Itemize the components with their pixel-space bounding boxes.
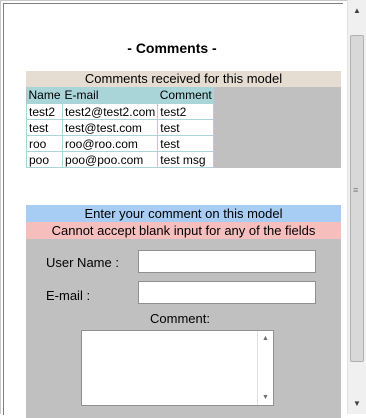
table-header-row: Name E-mail Comment (26, 87, 214, 104)
table-row: test2 test2@test2.com test2 (25, 103, 215, 120)
table-row: poo poo@poo.com test msg (25, 151, 215, 168)
down-arrow-icon[interactable]: ▼ (262, 394, 269, 401)
comments-section: Comments received for this model Name E-… (25, 71, 341, 168)
cell-name: test (25, 119, 64, 136)
cell-name: roo (25, 135, 64, 152)
scroll-grip-icon: ≡ (353, 185, 359, 195)
username-field[interactable] (138, 250, 316, 273)
username-label: User Name : (46, 255, 119, 270)
cell-email: roo@roo.com (62, 135, 159, 152)
cell-email: poo@poo.com (62, 151, 159, 168)
comment-textarea[interactable]: ▲ ▼ (81, 330, 274, 406)
comment-label: Comment: (150, 311, 210, 326)
page-scrollbar[interactable]: ▲ ≡ ▼ (347, 0, 366, 414)
cell-name: poo (25, 151, 64, 168)
cell-comment: test msg (157, 151, 215, 168)
content-frame: - Comments - Comments received for this … (0, 0, 347, 418)
cell-comment: test (157, 135, 215, 152)
page-title: - Comments - (127, 40, 217, 56)
up-arrow-icon[interactable]: ▲ (353, 6, 361, 15)
up-arrow-icon[interactable]: ▲ (262, 335, 269, 342)
scrollbar-thumb[interactable]: ≡ (350, 35, 364, 362)
cell-email: test2@test2.com (62, 103, 159, 120)
cell-comment: test (157, 119, 215, 136)
email-label: E-mail : (46, 288, 91, 303)
form-header: Enter your comment on this model (26, 205, 341, 222)
comments-table: Name E-mail Comment test2 test2@test2.co… (25, 87, 215, 168)
table-row: roo roo@roo.com test (25, 135, 215, 152)
textarea-scrollbar[interactable]: ▲ ▼ (257, 331, 273, 405)
comment-form: Enter your comment on this model Cannot … (26, 205, 341, 418)
error-message: Cannot accept blank input for any of the… (26, 222, 341, 239)
content-pane: - Comments - Comments received for this … (3, 3, 343, 418)
column-header-comment: Comment (157, 87, 214, 104)
email-field[interactable] (138, 281, 316, 304)
cell-email: test@test.com (62, 119, 159, 136)
column-header-name: Name (26, 87, 63, 104)
down-arrow-icon[interactable]: ▼ (353, 399, 361, 408)
cell-comment: test2 (157, 103, 215, 120)
cell-name: test2 (25, 103, 64, 120)
comments-header: Comments received for this model (26, 71, 341, 87)
table-row: test test@test.com test (25, 119, 215, 136)
column-header-email: E-mail (62, 87, 158, 104)
